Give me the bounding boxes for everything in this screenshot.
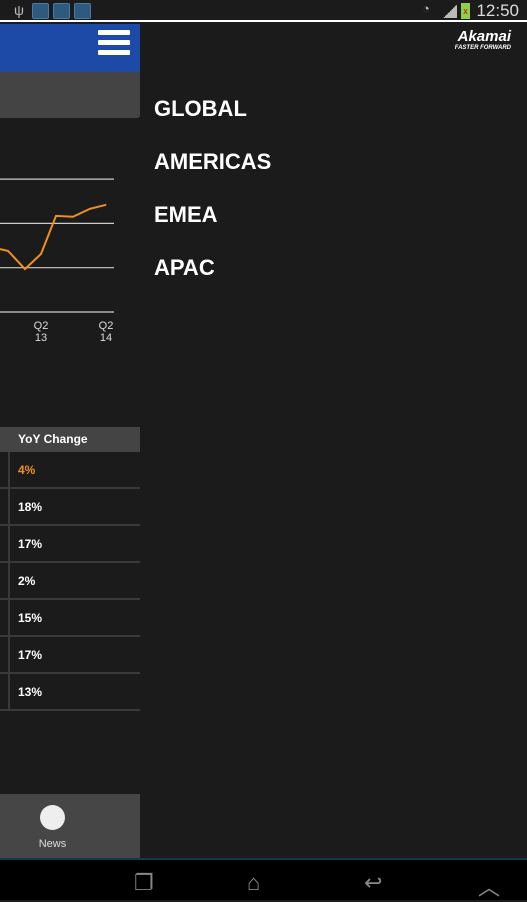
app-header: [0, 24, 140, 72]
system-nav-bar: ❐ ⌂ ↩ ︿: [0, 858, 527, 900]
column-divider: [8, 563, 10, 598]
yoy-change-header: YoY Change: [18, 432, 88, 446]
table-row[interactable]: 13%: [0, 674, 140, 711]
yoy-value: 4%: [18, 463, 36, 477]
yoy-value: 18%: [18, 500, 43, 514]
data-point: [7, 250, 9, 252]
region-global[interactable]: GLOBAL: [154, 96, 247, 122]
chart-notification-icon[interactable]: [32, 3, 49, 19]
data-point: [72, 216, 74, 218]
data-point: [89, 208, 91, 210]
chart-notification-icon[interactable]: [74, 3, 91, 19]
yoy-value: 17%: [18, 648, 43, 662]
recent-apps-icon[interactable]: ❐: [134, 870, 154, 896]
clock: 12:50: [476, 1, 519, 20]
table-header: YoY Change: [0, 427, 140, 452]
series-line: [0, 203, 107, 271]
region-drawer: Akamai FASTER FORWARD GLOBAL AMERICAS EM…: [140, 24, 527, 858]
usb-icon: ψ: [14, 2, 24, 18]
status-bar: ψ ◔ x 12:50: [0, 0, 527, 22]
yoy-value: 15%: [18, 611, 43, 625]
column-divider: [8, 489, 10, 524]
data-point: [105, 204, 107, 206]
wifi-icon: ◔: [422, 1, 430, 16]
yoy-value: 13%: [18, 685, 43, 699]
table-row[interactable]: 18%: [0, 489, 140, 526]
column-divider: [8, 526, 10, 561]
x-tick-label: Q2 14: [98, 320, 114, 344]
region-apac[interactable]: APAC: [154, 255, 215, 281]
menu-up-icon[interactable]: ︿: [478, 870, 500, 902]
signal-icon: [443, 5, 457, 18]
region-emea[interactable]: EMEA: [154, 202, 218, 228]
column-divider: [8, 637, 10, 672]
home-icon[interactable]: ⌂: [247, 870, 260, 896]
sub-header: [0, 72, 140, 118]
table-row[interactable]: 2%: [0, 563, 140, 600]
news-tab[interactable]: News: [0, 794, 140, 858]
chart-notification-icon[interactable]: [53, 3, 70, 19]
data-point: [55, 215, 57, 217]
yoy-value: 2%: [18, 574, 36, 588]
data-point: [24, 268, 26, 270]
news-label: News: [38, 838, 67, 850]
data-point: [40, 253, 42, 255]
back-icon[interactable]: ↩: [364, 870, 382, 896]
akamai-logo: Akamai FASTER FORWARD: [454, 28, 511, 51]
table-row[interactable]: 17%: [0, 637, 140, 674]
x-tick-label: Q2 13: [33, 320, 49, 344]
table-row[interactable]: 15%: [0, 600, 140, 637]
table-row[interactable]: 17%: [0, 526, 140, 563]
column-divider: [8, 600, 10, 635]
table-row[interactable]: 4%: [0, 452, 140, 489]
column-divider: [8, 674, 10, 709]
battery-icon: x: [461, 3, 470, 19]
column-divider: [8, 452, 10, 487]
region-americas[interactable]: AMERICAS: [154, 149, 271, 175]
main-content: Q2 13 Q2 14 YoY Change News 4% 18% 17% 2% 15% 1…: [0, 24, 140, 858]
globe-icon: [40, 805, 65, 830]
hamburger-menu-icon[interactable]: [98, 30, 130, 60]
yoy-value: 17%: [18, 537, 43, 551]
line-chart: [0, 178, 114, 313]
